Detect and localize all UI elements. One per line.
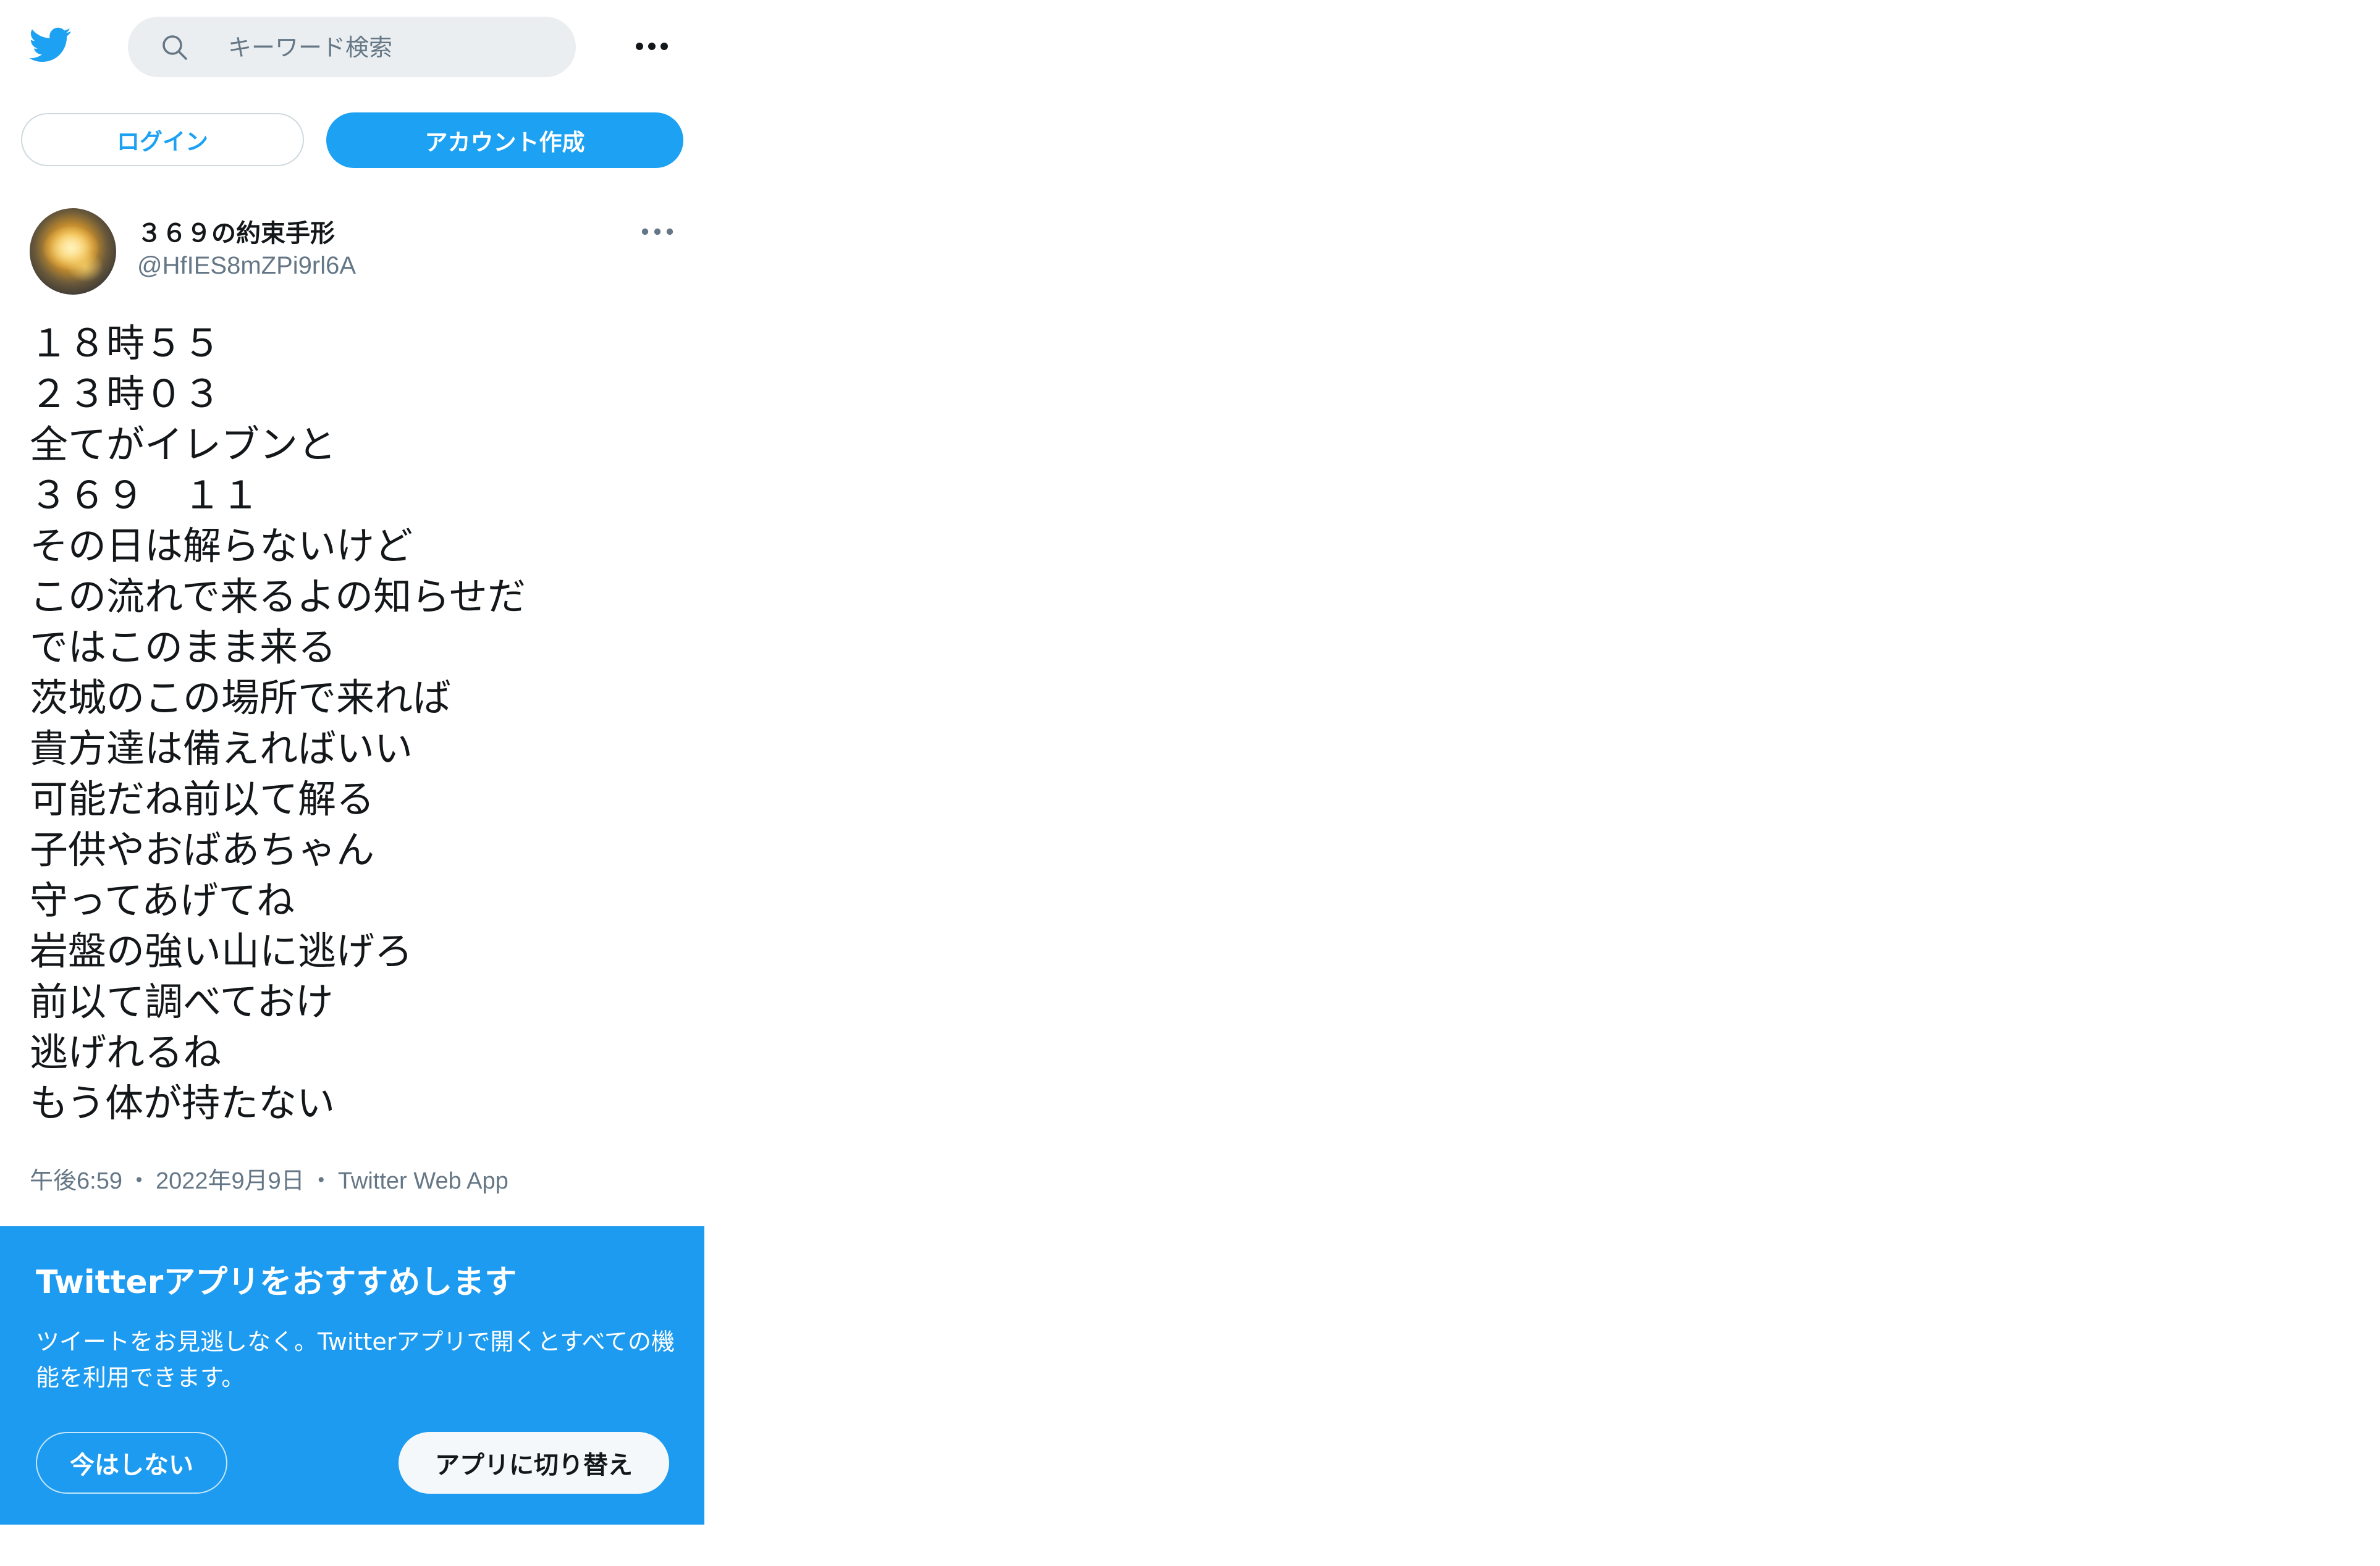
meta-separator: ・ [309,1168,333,1194]
search-input[interactable] [227,29,551,66]
tweet-meta: 午後6:59 ・ 2022年9月9日・ Twitter Web App [30,1161,508,1195]
twitter-bird-icon[interactable] [28,23,74,65]
tweet-line: ２３時０３ [30,371,222,416]
tweet-line: 前以て調べておけ [30,979,334,1024]
avatar[interactable] [30,208,116,295]
signup-button[interactable]: アカウント作成 [326,112,683,168]
tweet-line: １８時５５ [30,321,222,366]
tweet-line: 逃げれるね [30,1030,222,1075]
tweet-line: 子供やおばあちゃん [30,827,375,872]
search-bar[interactable] [128,17,576,77]
tweet-line: 岩盤の強い山に逃げろ [30,928,413,974]
switch-to-app-button[interactable]: アプリに切り替え [399,1432,669,1494]
meta-separator: ・ [127,1168,151,1194]
tweet-line: ではこのまま来る [30,625,337,670]
tweet-text: １８時５５ ２３時０３ 全てがイレブンと ３６９ １１ その日は解らないけど こ… [30,318,685,1129]
tweet-source[interactable]: Twitter Web App [338,1168,508,1194]
tweet-line: 可能だね前以て解る [30,777,375,822]
app-promo-banner: Twitterアプリをおすすめします ツイートをお見逃しなく。Twitterアプ… [0,1226,704,1525]
tweet-time[interactable]: 午後6:59 [30,1168,122,1194]
tweet-line: もう体が持たない [30,1080,335,1126]
more-horizontal-icon[interactable] [633,34,670,59]
promo-description: ツイートをお見逃しなく。Twitterアプリで開くとすべての機能を利用できます。 [36,1328,675,1391]
author-handle[interactable]: @HfIES8mZPi9rl6A [137,252,356,280]
tweet-more-icon[interactable] [640,222,675,241]
tweet-line: ３６９ １１ [30,473,260,518]
not-now-button[interactable]: 今はしない [36,1432,227,1494]
avatar-flare [67,251,104,282]
promo-title: Twitterアプリをおすすめします [36,1264,517,1301]
tweet-date[interactable]: 2022年9月9日 [156,1168,305,1194]
tweet-line: 茨城のこの場所で来れば [30,675,452,720]
tweet-page-column: ログイン アカウント作成 ３６９の約束手形 @HfIES8mZPi9rl6A １… [0,0,704,1566]
author-display-name[interactable]: ３６９の約束手形 [137,213,335,249]
tweet-line: 守ってあげてね [30,878,295,923]
search-icon [162,35,187,60]
tweet-line: 全てがイレブンと [30,422,337,467]
tweet-line: この流れで来るよの知らせだ [30,574,526,619]
tweet-line: その日は解らないけど [30,523,413,568]
login-button[interactable]: ログイン [21,113,304,166]
tweet-line: 貴方達は備えればいい [30,726,413,771]
